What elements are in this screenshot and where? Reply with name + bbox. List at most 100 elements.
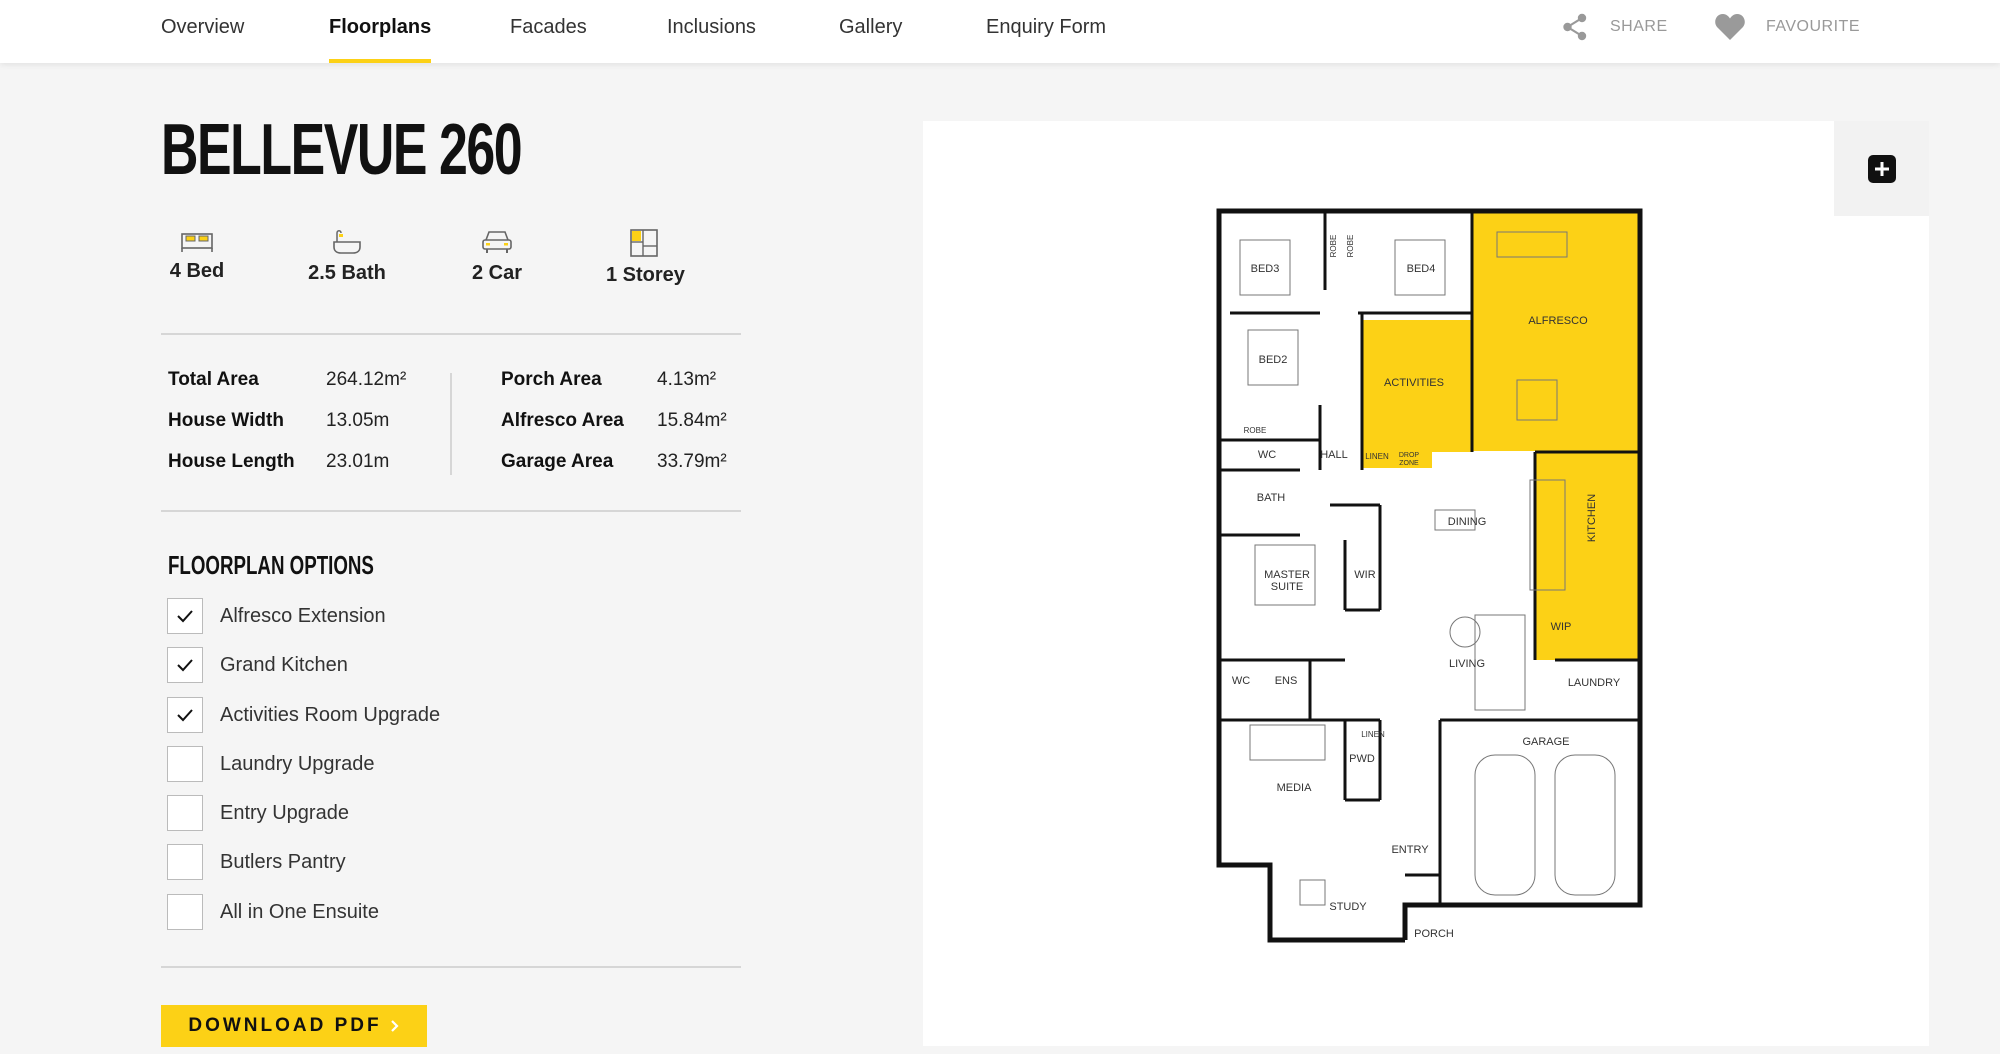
room-label: BATH — [1257, 492, 1286, 504]
spec-car: 2 Car — [469, 228, 525, 285]
storey-icon — [630, 229, 658, 257]
top-navigation: Overview Floorplans Facades Inclusions G… — [0, 0, 2000, 63]
divider — [161, 510, 741, 512]
tab-floorplans[interactable]: Floorplans — [329, 0, 432, 63]
room-label: KITCHEN — [1586, 494, 1598, 542]
room-label: BED2 — [1259, 354, 1288, 366]
room-label: LIVING — [1449, 658, 1485, 670]
room-label: HALL — [1320, 449, 1348, 461]
spec-car-label: 2 Car — [471, 262, 523, 284]
chevron-right-icon — [390, 1020, 399, 1032]
check-icon — [177, 709, 193, 722]
option-grand-kitchen[interactable]: Grand Kitchen — [167, 647, 348, 683]
zoom-button[interactable] — [1834, 121, 1929, 216]
option-label: Alfresco Extension — [220, 604, 386, 627]
option-laundry-upgrade[interactable]: Laundry Upgrade — [167, 746, 375, 782]
room-label: LINEN — [1365, 452, 1389, 461]
room-label: LINEN — [1361, 730, 1385, 739]
room-label: MASTER — [1264, 569, 1310, 581]
download-pdf-button[interactable]: DOWNLOAD PDF — [161, 1005, 427, 1047]
area-label: House Width — [168, 410, 284, 431]
spec-bed: 4 Bed — [167, 228, 227, 283]
divider — [161, 333, 741, 335]
room-label: ACTIVITIES — [1384, 377, 1444, 389]
download-label: DOWNLOAD PDF — [188, 1015, 382, 1036]
checkbox[interactable] — [167, 844, 203, 880]
area-value: 264.12m² — [326, 369, 407, 390]
option-label: Butlers Pantry — [220, 850, 346, 873]
checkbox[interactable] — [167, 795, 203, 831]
heart-icon — [1715, 14, 1745, 40]
share-icon — [1563, 13, 1587, 41]
tab-enquiry-form[interactable]: Enquiry Form — [986, 0, 1106, 63]
room-label: PORCH — [1414, 928, 1454, 940]
checkbox[interactable] — [167, 894, 203, 930]
option-activities-room-upgrade[interactable]: Activities Room Upgrade — [167, 697, 440, 733]
option-butlers-pantry[interactable]: Butlers Pantry — [167, 844, 346, 880]
option-entry-upgrade[interactable]: Entry Upgrade — [167, 795, 349, 831]
option-label: Laundry Upgrade — [220, 752, 375, 775]
area-value: 15.84m² — [657, 410, 727, 431]
tab-gallery[interactable]: Gallery — [839, 0, 902, 63]
area-label: Total Area — [168, 369, 259, 390]
area-label: House Length — [168, 451, 295, 472]
room-label: ALFRESCO — [1528, 315, 1588, 327]
room-label: WIP — [1551, 621, 1572, 633]
check-icon — [177, 659, 193, 672]
room-label: ROBE — [1346, 235, 1355, 258]
room-label: ENTRY — [1391, 844, 1429, 856]
check-icon — [177, 610, 193, 623]
option-all-in-one-ensuite[interactable]: All in One Ensuite — [167, 894, 379, 930]
room-label: WC — [1232, 675, 1250, 687]
share-button[interactable]: SHARE — [1562, 0, 1668, 54]
area-value: 23.01m — [326, 451, 390, 472]
room-label: WIR — [1354, 569, 1375, 581]
checkbox[interactable] — [167, 647, 203, 683]
favourite-button[interactable]: FAVOURITE — [1714, 0, 1860, 54]
favourite-label: FAVOURITE — [1766, 18, 1860, 35]
checkbox[interactable] — [167, 598, 203, 634]
car-icon — [482, 231, 512, 253]
area-value: 4.13m² — [657, 369, 717, 390]
tab-inclusions[interactable]: Inclusions — [667, 0, 756, 63]
areas-divider — [450, 373, 452, 475]
share-label: SHARE — [1610, 18, 1668, 35]
option-label: Activities Room Upgrade — [220, 703, 441, 726]
room-label: ROBE — [1244, 426, 1267, 435]
option-label: Grand Kitchen — [220, 653, 348, 676]
area-value: 33.79m² — [657, 451, 727, 472]
spec-bath: 2.5 Bath — [305, 228, 389, 285]
option-alfresco-extension[interactable]: Alfresco Extension — [167, 598, 386, 634]
option-label: Entry Upgrade — [220, 801, 349, 824]
room-label: GARAGE — [1522, 736, 1569, 748]
floorplan-options-title: FLOORPLAN OPTIONS — [168, 550, 374, 580]
area-label: Porch Area — [501, 369, 602, 390]
floorplan-drawing[interactable]: BED3 BED4 ROBE ROBE ALFRESCO BED2 ACTIVI… — [1210, 205, 1650, 965]
spec-bath-label: 2.5 Bath — [308, 262, 386, 284]
bath-icon — [333, 230, 361, 254]
room-label: LAUNDRY — [1568, 677, 1621, 689]
checkbox[interactable] — [167, 697, 203, 733]
spec-storey-label: 1 Storey — [606, 264, 685, 286]
room-label: PWD — [1349, 753, 1375, 765]
option-label: All in One Ensuite — [220, 900, 379, 923]
page-title: BELLEVUE 260 — [161, 110, 523, 190]
spec-storey: 1 Storey — [606, 228, 685, 287]
room-label: MEDIA — [1277, 782, 1313, 794]
room-label: BED3 — [1251, 263, 1280, 275]
tab-facades[interactable]: Facades — [510, 0, 587, 63]
plus-icon — [1867, 154, 1896, 183]
checkbox[interactable] — [167, 746, 203, 782]
area-label: Garage Area — [501, 451, 614, 472]
room-label: ENS — [1275, 675, 1298, 687]
area-label: Alfresco Area — [501, 410, 624, 431]
room-label: ROBE — [1329, 235, 1338, 258]
divider — [161, 966, 741, 968]
spec-bed-label: 4 Bed — [169, 260, 225, 282]
room-label: ZONE — [1399, 460, 1419, 467]
area-value: 13.05m — [326, 410, 390, 431]
room-label: SUITE — [1271, 581, 1303, 593]
bed-icon — [181, 233, 213, 252]
tab-overview[interactable]: Overview — [161, 0, 244, 63]
room-label: BED4 — [1407, 263, 1436, 275]
